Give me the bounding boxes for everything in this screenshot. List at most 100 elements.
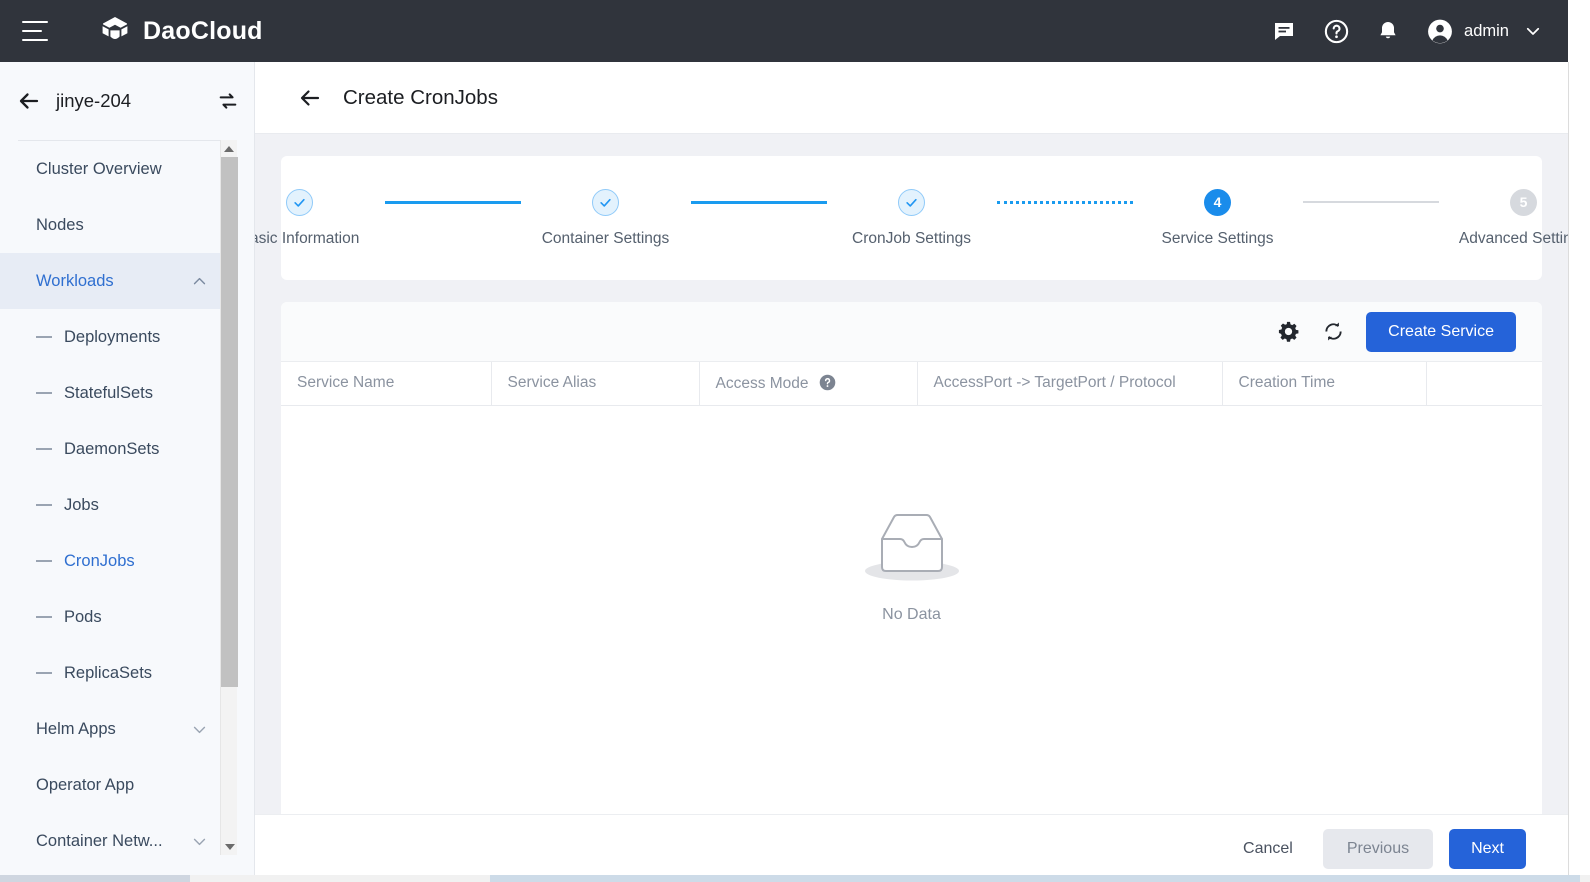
column-label: Access Mode — [715, 374, 809, 392]
sidebar-item-label: Container Netw... — [36, 831, 163, 850]
step-cronjob-settings[interactable]: CronJob Settings — [827, 188, 997, 248]
sidebar-item-label: Helm Apps — [36, 719, 116, 738]
sidebar-item-operator-app[interactable]: Operator App — [0, 757, 236, 813]
step-label: Basic Information — [255, 229, 360, 247]
avatar — [1427, 18, 1453, 44]
step-container-settings[interactable]: Container Settings — [521, 188, 691, 248]
sidebar-item-replicasets[interactable]: ReplicaSets — [0, 645, 236, 701]
sidebar-item-statefulsets[interactable]: StatefulSets — [0, 365, 236, 421]
main-content: Create CronJobs Basic Information — [255, 62, 1568, 882]
stepper-track: Basic Information Container Settings — [255, 188, 1568, 248]
scroll-up-button[interactable] — [221, 140, 237, 157]
chevron-down-icon[interactable] — [191, 833, 208, 850]
daocloud-cube-icon — [98, 14, 132, 48]
arrow-left-icon[interactable] — [297, 85, 323, 111]
column-label: Creation Time — [1238, 374, 1335, 392]
column-access-mode[interactable]: Access Mode — [699, 362, 918, 406]
scrollbar-thumb-main[interactable] — [490, 875, 1580, 882]
chevron-down-icon[interactable] — [1520, 18, 1546, 44]
dash-icon — [36, 616, 52, 618]
sidebar-item-label: Nodes — [36, 215, 84, 234]
step-service-settings[interactable]: 4 Service Settings — [1133, 188, 1303, 248]
table-header-row: Service Name Service Alias Access Mode A… — [281, 362, 1542, 406]
column-label: AccessPort -> TargetPort / Protocol — [933, 374, 1176, 392]
user-menu[interactable]: admin — [1427, 18, 1546, 44]
step-number-badge: 5 — [1510, 188, 1537, 216]
dash-icon — [36, 560, 52, 562]
sidebar-item-label: StatefulSets — [64, 383, 153, 402]
switch-cluster-icon[interactable] — [216, 89, 240, 113]
dash-icon — [36, 672, 52, 674]
dash-icon — [36, 392, 52, 394]
hamburger-icon[interactable] — [22, 21, 48, 41]
chevron-up-icon[interactable] — [191, 273, 208, 290]
dash-icon — [36, 504, 52, 506]
sidebar-item-container-network[interactable]: Container Netw... — [0, 813, 236, 869]
sidebar-item-pods[interactable]: Pods — [0, 589, 236, 645]
content-area: Basic Information Container Settings — [255, 134, 1568, 814]
sidebar-scroll-host: Cluster Overview Nodes Workloads Deploym… — [0, 140, 254, 875]
sidebar-nav-list: Cluster Overview Nodes Workloads Deploym… — [0, 141, 236, 875]
sidebar-item-helm-apps[interactable]: Helm Apps — [0, 701, 236, 757]
empty-state: No Data — [281, 406, 1542, 786]
sidebar-item-cluster-overview[interactable]: Cluster Overview — [0, 141, 236, 197]
sidebar-item-workloads[interactable]: Workloads — [0, 253, 236, 309]
column-service-alias[interactable]: Service Alias — [491, 362, 700, 406]
step-connector-1 — [384, 189, 521, 216]
column-service-name[interactable]: Service Name — [281, 362, 492, 406]
top-navigation-bar: DaoCloud admin — [0, 0, 1568, 62]
help-icon[interactable] — [1323, 18, 1349, 44]
sidebar-item-label: Pods — [64, 607, 102, 626]
column-label: Service Name — [297, 374, 395, 392]
scrollbar-thumb[interactable] — [221, 157, 238, 687]
sidebar-item-label: DaemonSets — [64, 439, 160, 458]
scroll-down-button[interactable] — [221, 838, 238, 855]
check-icon — [286, 188, 313, 216]
page-scrollbar[interactable] — [1568, 62, 1590, 882]
empty-inbox-icon — [862, 507, 962, 590]
sidebar-scrollbar[interactable] — [220, 140, 238, 855]
sidebar-item-jobs[interactable]: Jobs — [0, 477, 236, 533]
cancel-button[interactable]: Cancel — [1229, 830, 1307, 868]
column-accessport-targetport-protocol[interactable]: AccessPort -> TargetPort / Protocol — [917, 362, 1223, 406]
user-name-label: admin — [1464, 21, 1509, 40]
dash-icon — [36, 448, 52, 450]
sidebar-item-nodes[interactable]: Nodes — [0, 197, 236, 253]
sidebar-item-deployments[interactable]: Deployments — [0, 309, 236, 365]
sidebar-item-cronjobs[interactable]: CronJobs — [0, 533, 236, 589]
create-service-button[interactable]: Create Service — [1366, 311, 1516, 352]
page-title: Create CronJobs — [343, 85, 498, 109]
step-label: Service Settings — [1161, 229, 1274, 247]
horizontal-scrollbar[interactable] — [0, 875, 1590, 882]
gear-icon[interactable] — [1276, 320, 1300, 344]
next-button[interactable]: Next — [1449, 828, 1526, 869]
check-icon — [898, 188, 925, 216]
sidebar-item-label: Operator App — [36, 775, 135, 794]
page-header: Create CronJobs — [255, 62, 1568, 134]
refresh-icon[interactable] — [1321, 320, 1345, 344]
scrollbar-thumb-left[interactable] — [0, 875, 190, 882]
step-connector-3 — [996, 189, 1133, 216]
message-icon[interactable] — [1271, 18, 1297, 44]
arrow-left-icon[interactable] — [16, 88, 42, 114]
bell-icon[interactable] — [1375, 18, 1401, 44]
step-label: Advanced Settings — [1458, 229, 1568, 247]
sidebar-item-daemonsets[interactable]: DaemonSets — [0, 421, 236, 477]
services-panel: Create Service Service Name Service Alia… — [281, 302, 1542, 814]
help-circle-icon[interactable] — [819, 374, 836, 391]
step-basic-information[interactable]: Basic Information — [255, 188, 385, 248]
step-advanced-settings[interactable]: 5 Advanced Settings — [1439, 188, 1568, 248]
column-creation-time[interactable]: Creation Time — [1222, 362, 1427, 406]
dash-icon — [36, 336, 52, 338]
sidebar-item-label: Jobs — [64, 495, 99, 514]
step-number-badge: 4 — [1204, 188, 1231, 216]
empty-state-label: No Data — [882, 606, 941, 623]
wizard-footer: Cancel Previous Next — [255, 814, 1568, 882]
step-label: CronJob Settings — [852, 229, 971, 247]
previous-button[interactable]: Previous — [1322, 828, 1434, 869]
check-icon — [592, 188, 619, 216]
step-connector-2 — [690, 189, 827, 216]
sidebar-item-label: Cluster Overview — [36, 159, 162, 178]
chevron-down-icon[interactable] — [191, 721, 208, 738]
services-table: Service Name Service Alias Access Mode A… — [281, 362, 1542, 406]
